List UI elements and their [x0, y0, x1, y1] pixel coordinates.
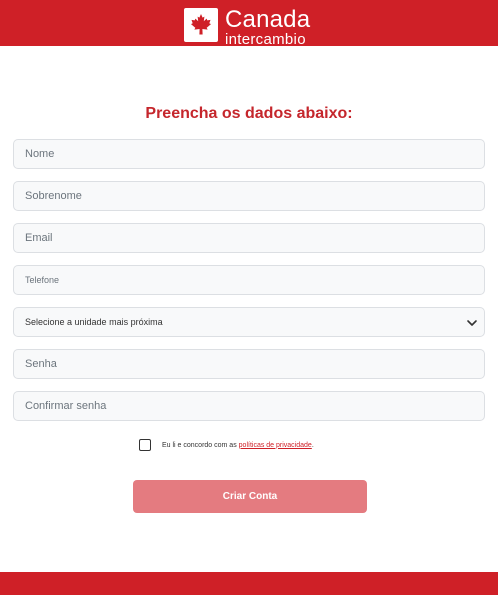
logo[interactable]: Canada intercambio [184, 6, 311, 48]
password-input[interactable]: Senha [13, 349, 485, 379]
unit-select-value: Selecione a unidade mais próxima [25, 317, 163, 327]
signup-page: Canada intercambio Preencha os dados aba… [0, 0, 498, 595]
logo-subtitle: intercambio [225, 31, 306, 48]
logo-name: Canada [225, 6, 311, 33]
first-name-input[interactable]: Nome [13, 139, 485, 169]
first-name-placeholder: Nome [25, 148, 55, 160]
last-name-input[interactable]: Sobrenome [13, 181, 485, 211]
phone-input[interactable]: Telefone [13, 265, 485, 295]
maple-leaf-icon [184, 8, 218, 42]
create-account-button[interactable]: Criar Conta [133, 480, 367, 513]
footer-bar [0, 572, 498, 595]
email-placeholder: Email [25, 232, 53, 244]
email-input[interactable]: Email [13, 223, 485, 253]
terms-label: Eu li e concordo com as políticas de pri… [162, 442, 314, 449]
header-bar: Canada intercambio [0, 0, 498, 48]
form-title: Preencha os dados abaixo: [145, 105, 353, 122]
confirm-password-placeholder: Confirmar senha [25, 400, 107, 412]
terms-text: Eu li e concordo com as [162, 441, 237, 449]
terms-checkbox[interactable] [139, 439, 151, 451]
unit-select[interactable]: Selecione a unidade mais próxima [13, 307, 485, 337]
privacy-policy-link[interactable]: políticas de privacidade [239, 442, 312, 449]
password-placeholder: Senha [25, 358, 57, 370]
phone-placeholder: Telefone [25, 275, 60, 285]
terms-end: . [311, 441, 314, 449]
chevron-down-icon [467, 320, 477, 326]
last-name-placeholder: Sobrenome [25, 190, 82, 202]
terms-row: Eu li e concordo com as políticas de pri… [139, 438, 314, 452]
confirm-password-input[interactable]: Confirmar senha [13, 391, 485, 421]
